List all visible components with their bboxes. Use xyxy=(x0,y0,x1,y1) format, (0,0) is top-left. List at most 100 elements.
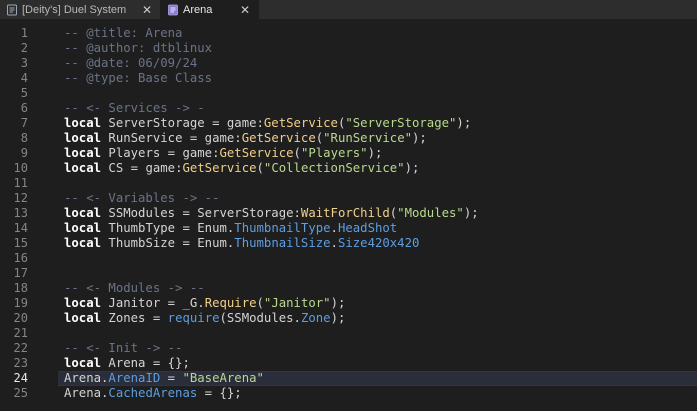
code-token: Players = game: xyxy=(101,146,220,160)
code-token: ); xyxy=(367,146,383,160)
close-icon[interactable]: ✕ xyxy=(240,4,250,16)
code-line[interactable]: 1 -- @title: Arena xyxy=(0,26,697,41)
code-token: GetService xyxy=(182,161,257,175)
line-number: 14 xyxy=(13,221,28,235)
code-token: local xyxy=(64,356,102,370)
code-token: local xyxy=(64,206,102,220)
code-line[interactable]: 9 local Players = game:GetService("Player… xyxy=(0,146,697,161)
code-line[interactable]: 16 xyxy=(0,251,697,266)
code-text: local ThumbType = Enum.ThumbnailType.Hea… xyxy=(64,221,397,236)
code-token: require xyxy=(167,311,220,325)
code-token: Zone xyxy=(300,311,331,325)
code-line[interactable]: 22 -- <- Init -> -- xyxy=(0,341,697,356)
code-text: local RunService = game:GetService("RunS… xyxy=(64,131,427,146)
tab-arena[interactable]: Arena ✕ xyxy=(161,0,259,19)
code-text: local Arena = {}; xyxy=(64,356,190,371)
code-token: -- @type: Base Class xyxy=(64,71,213,85)
code-token: ); xyxy=(463,206,479,220)
code-token: GetService xyxy=(263,116,338,130)
code-token: Arena. xyxy=(64,371,109,385)
code-token: CachedArenas xyxy=(108,386,198,400)
code-line[interactable]: 3 -- @date: 06/09/24 xyxy=(0,56,697,71)
line-number: 11 xyxy=(13,176,28,190)
code-text: -- <- Modules -> -- xyxy=(64,281,205,296)
line-number: 12 xyxy=(13,191,28,205)
code-line[interactable]: 13 local SSModules = ServerStorage:WaitFo… xyxy=(0,206,697,221)
code-line[interactable]: 6 -- <- Services -> - xyxy=(0,101,697,116)
code-token: -- <- Modules -> -- xyxy=(64,281,205,295)
tab-bar: [Deity's] Duel System ✕ Arena ✕ xyxy=(0,0,697,20)
line-number: 2 xyxy=(20,41,28,55)
code-token: local xyxy=(64,236,102,250)
code-line[interactable]: 14 local ThumbType = Enum.ThumbnailType.H… xyxy=(0,221,697,236)
code-line[interactable]: 20 local Zones = require(SSModules.Zone); xyxy=(0,311,697,326)
code-token: HeadShot xyxy=(337,221,398,235)
code-token: -- <- Services -> - xyxy=(64,101,205,115)
code-text: -- @title: Arena xyxy=(64,26,182,41)
tab-deitys-duel-system[interactable]: [Deity's] Duel System ✕ xyxy=(0,0,161,19)
code-line[interactable]: 19 local Janitor = _G.Require("Janitor"); xyxy=(0,296,697,311)
code-token: ); xyxy=(330,311,346,325)
code-text: local Janitor = _G.Require("Janitor"); xyxy=(64,296,345,311)
line-number: 20 xyxy=(13,311,28,325)
line-number: 10 xyxy=(13,161,28,175)
code-token: -- <- Init -> -- xyxy=(64,341,183,355)
code-token: Size420x420 xyxy=(337,236,420,250)
code-line[interactable]: 4 -- @type: Base Class xyxy=(0,71,697,86)
code-line[interactable]: 8 local RunService = game:GetService("Run… xyxy=(0,131,697,146)
code-text: local Players = game:GetService("Players… xyxy=(64,146,382,161)
code-token: (SSModules. xyxy=(219,311,301,325)
code-token: "Players" xyxy=(300,146,368,160)
code-token: "Modules" xyxy=(397,206,464,220)
code-line[interactable]: 7 local ServerStorage = game:GetService("… xyxy=(0,116,697,131)
code-line[interactable]: 25 Arena.CachedArenas = {}; xyxy=(0,386,697,401)
code-token: -- @author: dtblinux xyxy=(64,41,213,55)
script-icon xyxy=(7,4,17,15)
line-number: 9 xyxy=(20,146,28,160)
code-text: local CS = game:GetService("CollectionSe… xyxy=(64,161,419,176)
code-line[interactable]: 15 local ThumbSize = Enum.ThumbnailSize.S… xyxy=(0,236,697,251)
code-line[interactable]: 23 local Arena = {}; xyxy=(0,356,697,371)
code-token: local xyxy=(64,146,102,160)
code-text: -- <- Init -> -- xyxy=(64,341,182,356)
code-token: local xyxy=(64,221,102,235)
code-token: "ServerStorage" xyxy=(345,116,457,130)
code-line[interactable]: 21 xyxy=(0,326,697,341)
code-token: Arena = {}; xyxy=(101,356,190,370)
code-token: ThumbnailSize xyxy=(234,236,331,250)
code-line[interactable]: 24 Arena.ArenaID = "BaseArena" xyxy=(0,371,697,386)
line-number: 6 xyxy=(20,101,28,115)
line-number: 16 xyxy=(13,251,28,265)
close-icon[interactable]: ✕ xyxy=(142,4,152,16)
code-editor[interactable]: 1 -- @title: Arena 2 -- @author: dtblinux 3 -… xyxy=(0,20,697,411)
code-line[interactable]: 12 -- <- Variables -> -- xyxy=(0,191,697,206)
code-line[interactable]: 5 xyxy=(0,86,697,101)
code-token: local xyxy=(64,296,102,310)
code-token: RunService = game: xyxy=(101,131,242,145)
code-token: Janitor = _G. xyxy=(101,296,205,310)
line-number: 17 xyxy=(13,266,28,280)
code-line[interactable]: 2 -- @author: dtblinux xyxy=(0,41,697,56)
code-token: WaitForChild xyxy=(300,206,390,220)
tab-label: Arena xyxy=(183,3,213,16)
code-token: "Janitor" xyxy=(263,296,331,310)
code-line[interactable]: 10 local CS = game:GetService("Collection… xyxy=(0,161,697,176)
code-text: Arena.ArenaID = "BaseArena" xyxy=(64,371,264,386)
code-token: -- @date: 06/09/24 xyxy=(64,56,198,70)
code-token: ); xyxy=(330,296,346,310)
line-number: 5 xyxy=(20,86,28,100)
code-line[interactable]: 11 xyxy=(0,176,697,191)
code-text: -- @type: Base Class xyxy=(64,71,212,86)
code-token: = {}; xyxy=(197,386,242,400)
code-token: = xyxy=(160,371,183,385)
code-token: "CollectionService" xyxy=(263,161,405,175)
code-line[interactable]: 17 xyxy=(0,266,697,281)
line-number: 24 xyxy=(13,371,28,385)
code-token: ThumbnailType xyxy=(234,221,331,235)
code-token: local xyxy=(64,311,102,325)
code-text: -- <- Services -> - xyxy=(64,101,205,116)
code-token: ServerStorage = game: xyxy=(101,116,264,130)
code-token: local xyxy=(64,116,102,130)
code-text: local ThumbSize = Enum.ThumbnailSize.Siz… xyxy=(64,236,419,251)
code-line[interactable]: 18 -- <- Modules -> -- xyxy=(0,281,697,296)
